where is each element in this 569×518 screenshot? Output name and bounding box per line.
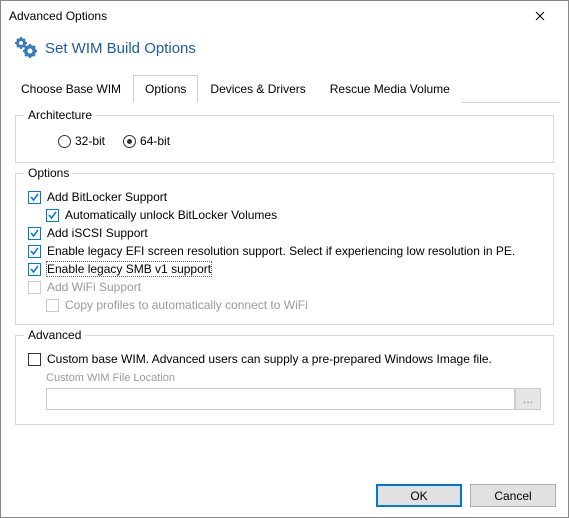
dialog-title: Set WIM Build Options [45, 40, 196, 57]
custom-wim-location-input[interactable] [46, 388, 515, 410]
checkbox-iscsi[interactable]: Add iSCSI Support [28, 224, 541, 242]
tab-bar: Choose Base WIM Options Devices & Driver… [9, 74, 560, 103]
checkbox-custom-wim[interactable]: Custom base WIM. Advanced users can supp… [28, 350, 541, 368]
checkbox-wifi-copy[interactable]: Copy profiles to automatically connect t… [46, 296, 541, 314]
radio-64bit-label: 64-bit [140, 134, 170, 148]
options-legend: Options [24, 166, 73, 180]
cancel-button[interactable]: Cancel [470, 484, 556, 507]
radio-32bit[interactable]: 32-bit [58, 134, 105, 148]
checkbox-bitlocker-auto-label: Automatically unlock BitLocker Volumes [65, 208, 277, 222]
checkbox-wifi[interactable]: Add WiFi Support [28, 278, 541, 296]
checkbox-iscsi-label: Add iSCSI Support [47, 226, 148, 240]
advanced-group: Advanced Custom base WIM. Advanced users… [15, 335, 554, 425]
checkbox-efi[interactable]: Enable legacy EFI screen resolution supp… [28, 242, 541, 260]
checkbox-wifi-copy-label: Copy profiles to automatically connect t… [65, 298, 308, 312]
tab-choose-base-wim[interactable]: Choose Base WIM [9, 75, 133, 103]
tab-content: Architecture 32-bit 64-bit Options Add B… [1, 103, 568, 447]
architecture-group: Architecture 32-bit 64-bit [15, 115, 554, 163]
checkbox-bitlocker[interactable]: Add BitLocker Support [28, 188, 541, 206]
checkbox-bitlocker-label: Add BitLocker Support [47, 190, 167, 204]
radio-32bit-label: 32-bit [75, 134, 105, 148]
window-title: Advanced Options [9, 9, 107, 23]
checkbox-efi-label: Enable legacy EFI screen resolution supp… [47, 244, 515, 258]
radio-64bit[interactable]: 64-bit [123, 134, 170, 148]
dialog-buttons: OK Cancel [376, 484, 556, 507]
radio-icon [123, 135, 136, 148]
checkbox-smb-label: Enable legacy SMB v1 support [47, 262, 211, 276]
checkbox-icon [28, 353, 41, 366]
checkbox-icon [28, 191, 41, 204]
radio-icon [58, 135, 71, 148]
checkbox-icon [28, 227, 41, 240]
checkbox-icon [46, 299, 59, 312]
custom-wim-location-label: Custom WIM File Location [46, 372, 541, 384]
architecture-legend: Architecture [24, 108, 96, 122]
checkbox-icon [28, 281, 41, 294]
tab-options[interactable]: Options [133, 75, 198, 103]
ok-button[interactable]: OK [376, 484, 462, 507]
close-icon [535, 11, 545, 21]
title-bar: Advanced Options [1, 1, 568, 31]
tab-devices-drivers[interactable]: Devices & Drivers [198, 75, 317, 103]
advanced-legend: Advanced [24, 328, 85, 342]
checkbox-bitlocker-auto[interactable]: Automatically unlock BitLocker Volumes [46, 206, 541, 224]
checkbox-icon [46, 209, 59, 222]
tab-rescue-media-volume[interactable]: Rescue Media Volume [318, 75, 462, 103]
checkbox-wifi-label: Add WiFi Support [47, 280, 141, 294]
options-group: Options Add BitLocker Support Automatica… [15, 173, 554, 325]
browse-button[interactable]: ... [515, 388, 541, 410]
dialog-header: Set WIM Build Options [1, 31, 568, 74]
checkbox-icon [28, 245, 41, 258]
gear-icon [13, 35, 37, 62]
checkbox-icon [28, 263, 41, 276]
close-button[interactable] [520, 2, 560, 30]
checkbox-custom-wim-label: Custom base WIM. Advanced users can supp… [47, 352, 492, 366]
checkbox-smb[interactable]: Enable legacy SMB v1 support [28, 260, 541, 278]
